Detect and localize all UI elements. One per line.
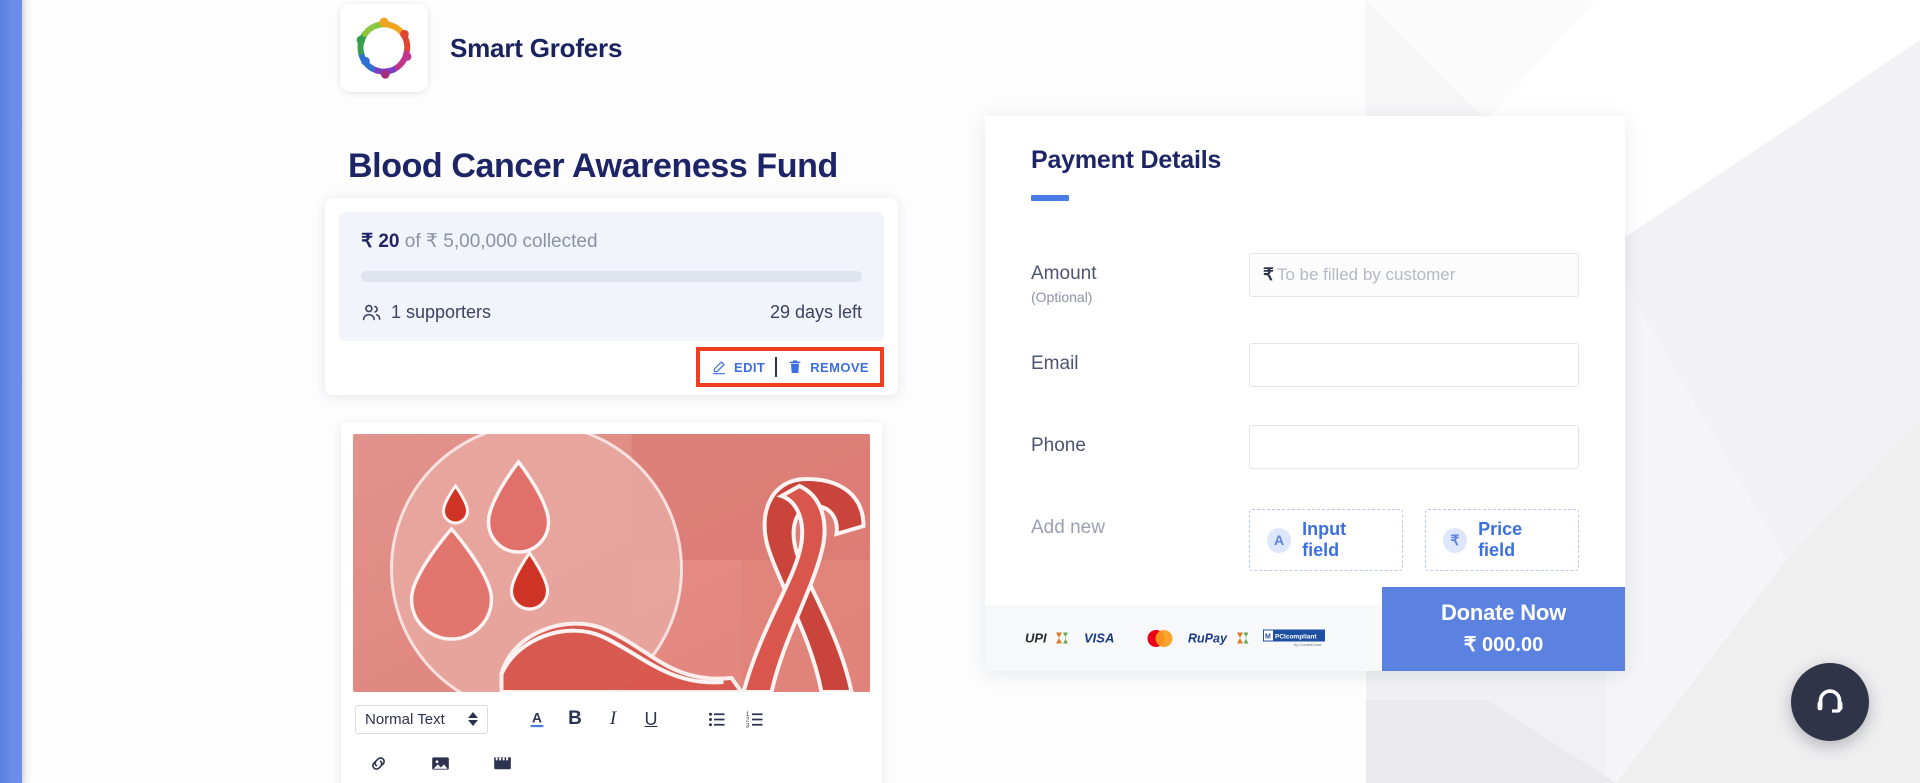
- payment-method-logos: UPI VISA RuPay M PCIcompliant by Control…: [985, 605, 1325, 671]
- svg-text:UPI: UPI: [1025, 631, 1047, 646]
- amount-label: Amount: [1031, 263, 1097, 284]
- bold-icon[interactable]: B: [556, 703, 594, 735]
- trash-icon: [787, 359, 803, 375]
- svg-text:by ControlCase: by ControlCase: [1294, 642, 1322, 647]
- campaign-actions-highlighted: EDIT REMOVE: [696, 347, 884, 387]
- add-input-field-label: Input field: [1302, 519, 1347, 560]
- rupay-logo-icon: RuPay: [1188, 629, 1250, 647]
- payment-details-body: Payment Details Amount (Optional) ₹ To b…: [985, 116, 1625, 605]
- edit-button[interactable]: EDIT: [711, 359, 765, 375]
- brand-logo: [340, 4, 428, 92]
- amount-label-group: Amount (Optional): [1031, 253, 1249, 305]
- add-price-field-label: Price field: [1478, 519, 1523, 560]
- campaign-progress-inner: ₹ 20 of ₹ 5,00,000 collected 1 supporter…: [339, 212, 884, 341]
- svg-text:A: A: [532, 711, 542, 726]
- svg-text:RuPay: RuPay: [1188, 632, 1228, 646]
- video-icon[interactable]: [483, 747, 521, 779]
- image-icon[interactable]: [421, 747, 459, 779]
- add-price-field-button[interactable]: ₹ Price field: [1424, 509, 1579, 571]
- email-label: Email: [1031, 353, 1079, 374]
- campaign-raised-amount: ₹ 20: [361, 231, 400, 252]
- remove-button-label: REMOVE: [810, 359, 869, 375]
- upi-logo-icon: UPI: [1025, 629, 1071, 647]
- supporters-info: 1 supporters: [361, 302, 491, 323]
- phone-label: Phone: [1031, 435, 1086, 456]
- editor-toolbar-row-2: [355, 746, 868, 780]
- text-color-icon[interactable]: A: [518, 703, 556, 735]
- bullet-list-icon[interactable]: [698, 703, 736, 735]
- svg-text:PCIcompliant: PCIcompliant: [1275, 634, 1317, 641]
- form-row-add-new: Add new A Input field ₹ Price field: [1031, 507, 1579, 571]
- description-editor-card: Normal Text A B I U 1 2 3: [341, 422, 882, 783]
- editor-toolbar-row-1: Normal Text A B I U 1 2 3: [355, 702, 868, 736]
- email-label-group: Email: [1031, 343, 1249, 375]
- left-accent-stripe: [0, 0, 22, 783]
- campaign-page-editor: Smart Grofers Blood Cancer Awareness Fun…: [0, 0, 1920, 783]
- add-input-field-button[interactable]: A Input field: [1249, 509, 1403, 571]
- text-style-value: Normal Text: [365, 710, 445, 728]
- edit-button-label: EDIT: [734, 359, 766, 375]
- payment-footer: UPI VISA RuPay M PCIcompliant by Control…: [985, 587, 1625, 671]
- editor-list-group: 1 2 3: [698, 703, 774, 735]
- add-new-options: A Input field ₹ Price field: [1249, 507, 1579, 571]
- campaign-meta-row: 1 supporters 29 days left: [361, 302, 862, 323]
- svg-text:VISA: VISA: [1084, 631, 1114, 646]
- svg-text:M: M: [1265, 634, 1271, 641]
- campaign-progress-bar: [361, 271, 862, 282]
- phone-label-group: Phone: [1031, 425, 1249, 457]
- phone-input[interactable]: [1249, 425, 1579, 469]
- campaign-goal-text: of ₹ 5,00,000 collected: [404, 231, 598, 252]
- payment-details-title: Payment Details: [1031, 146, 1222, 174]
- actions-divider: [775, 357, 778, 377]
- donate-now-button[interactable]: Donate Now ₹ 000.00: [1382, 587, 1625, 671]
- campaign-progress-card: ₹ 20 of ₹ 5,00,000 collected 1 supporter…: [325, 198, 898, 395]
- form-row-email: Email: [1031, 343, 1579, 387]
- amount-placeholder: To be filled by customer: [1276, 265, 1456, 284]
- canvas-edge-shadow: [22, 0, 32, 783]
- payment-details-panel: Payment Details Amount (Optional) ₹ To b…: [985, 116, 1625, 671]
- link-icon[interactable]: [359, 747, 397, 779]
- add-new-label-group: Add new: [1031, 507, 1249, 539]
- form-row-phone: Phone: [1031, 425, 1579, 469]
- amount-sublabel: (Optional): [1031, 289, 1093, 305]
- editor-format-group: A B I U: [518, 703, 670, 735]
- pencil-icon: [711, 359, 727, 375]
- italic-icon[interactable]: I: [594, 703, 632, 735]
- brand-name: Smart Grofers: [450, 32, 623, 63]
- title-underline-accent: [1031, 195, 1069, 201]
- campaign-actions-wrapper: EDIT REMOVE: [339, 347, 884, 387]
- pci-compliant-logo-icon: M PCIcompliant by ControlCase: [1263, 628, 1325, 648]
- donate-now-amount: ₹ 000.00: [1463, 634, 1544, 656]
- editor-toolbar: Normal Text A B I U 1 2 3: [341, 692, 882, 783]
- remove-button[interactable]: REMOVE: [787, 359, 869, 375]
- supporters-label: 1 supporters: [391, 302, 492, 322]
- supporters-icon: [361, 302, 382, 323]
- campaign-banner-image[interactable]: [353, 434, 870, 692]
- underline-icon[interactable]: U: [632, 703, 670, 735]
- page-title: Blood Cancer Awareness Fund: [348, 147, 838, 185]
- text-style-select[interactable]: Normal Text: [355, 704, 488, 734]
- form-row-amount: Amount (Optional) ₹ To be filled by cust…: [1031, 253, 1579, 305]
- svg-text:3: 3: [745, 722, 749, 729]
- chevron-updown-icon: [468, 712, 478, 726]
- support-chat-button[interactable]: [1791, 663, 1869, 741]
- days-left-label: 29 days left: [769, 302, 862, 322]
- email-input[interactable]: [1249, 343, 1579, 387]
- amount-input[interactable]: ₹ To be filled by customer: [1249, 253, 1579, 297]
- numbered-list-icon[interactable]: 1 2 3: [736, 703, 774, 735]
- brand-header: Smart Grofers: [340, 4, 622, 92]
- add-new-label: Add new: [1031, 517, 1105, 538]
- campaign-amount-line: ₹ 20 of ₹ 5,00,000 collected: [361, 232, 862, 251]
- mastercard-logo-icon: [1145, 629, 1175, 648]
- rupee-prefix-icon: ₹: [1263, 265, 1274, 284]
- donate-now-label: Donate Now: [1440, 600, 1567, 625]
- input-field-icon: A: [1267, 527, 1292, 553]
- price-field-icon: ₹: [1442, 527, 1468, 553]
- visa-logo-icon: VISA: [1084, 629, 1132, 647]
- headset-icon: [1813, 685, 1847, 719]
- people-circle-logo-icon: [356, 17, 412, 79]
